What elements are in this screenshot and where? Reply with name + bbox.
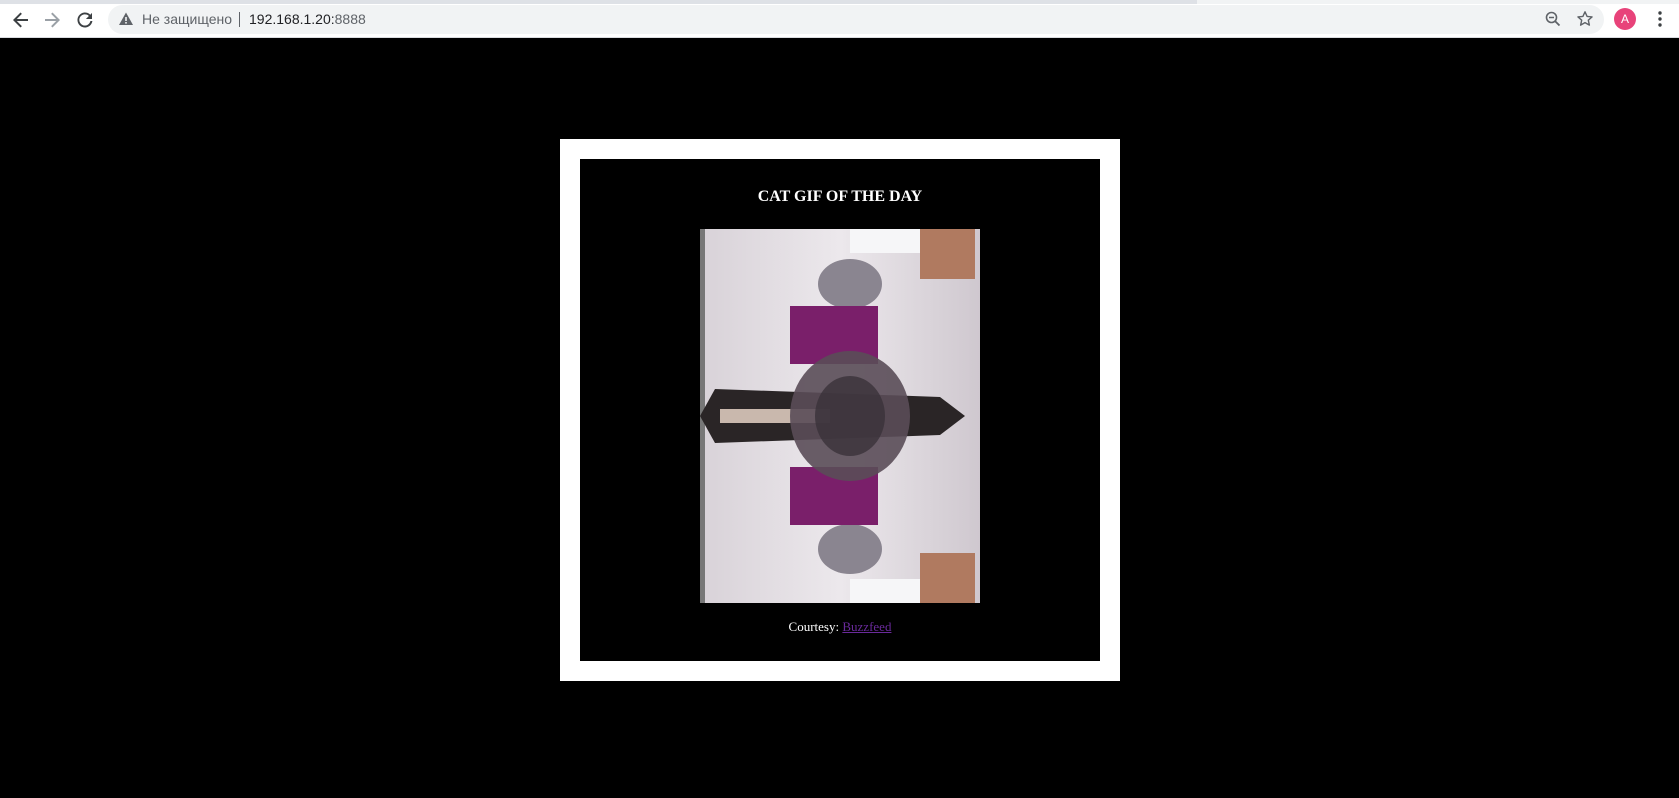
courtesy-label: Courtesy: xyxy=(788,619,840,634)
security-status-label[interactable]: Не защищено xyxy=(142,11,232,28)
arrow-left-icon xyxy=(13,12,28,28)
gif-frame: CAT GIF OF THE DAY Courtesy: Buzzfeed xyxy=(560,139,1120,681)
star-icon[interactable] xyxy=(1576,10,1594,28)
reload-icon xyxy=(77,12,93,28)
page-title: CAT GIF OF THE DAY xyxy=(757,188,923,205)
gif-panel: CAT GIF OF THE DAY Courtesy: Buzzfeed xyxy=(580,159,1100,661)
courtesy-line: Courtesy: Buzzfeed xyxy=(580,619,1100,635)
zoom-out-icon[interactable] xyxy=(1545,11,1561,27)
browser-toolbar: Не защищено 192.168.1.20:8888 A xyxy=(0,0,1679,38)
profile-avatar[interactable]: A xyxy=(1614,8,1636,30)
arrow-right-icon xyxy=(45,12,60,28)
cat-gif-illustration xyxy=(700,229,980,603)
url-port: 8888 xyxy=(334,11,366,27)
url-host: 192.168.1.20: xyxy=(249,11,335,27)
warning-triangle-icon[interactable] xyxy=(118,11,134,27)
cat-gif-image xyxy=(700,229,980,603)
back-button[interactable] xyxy=(7,6,35,34)
url-text[interactable]: 192.168.1.20:8888 xyxy=(249,11,366,28)
reload-button[interactable] xyxy=(71,6,99,34)
omnibox-separator xyxy=(239,12,240,27)
tab-strip xyxy=(0,0,1679,4)
three-dots-vertical-icon[interactable] xyxy=(1650,9,1670,29)
buzzfeed-link[interactable]: Buzzfeed xyxy=(842,619,891,634)
address-bar[interactable]: Не защищено 192.168.1.20:8888 xyxy=(108,5,1604,34)
forward-button[interactable] xyxy=(38,6,66,34)
